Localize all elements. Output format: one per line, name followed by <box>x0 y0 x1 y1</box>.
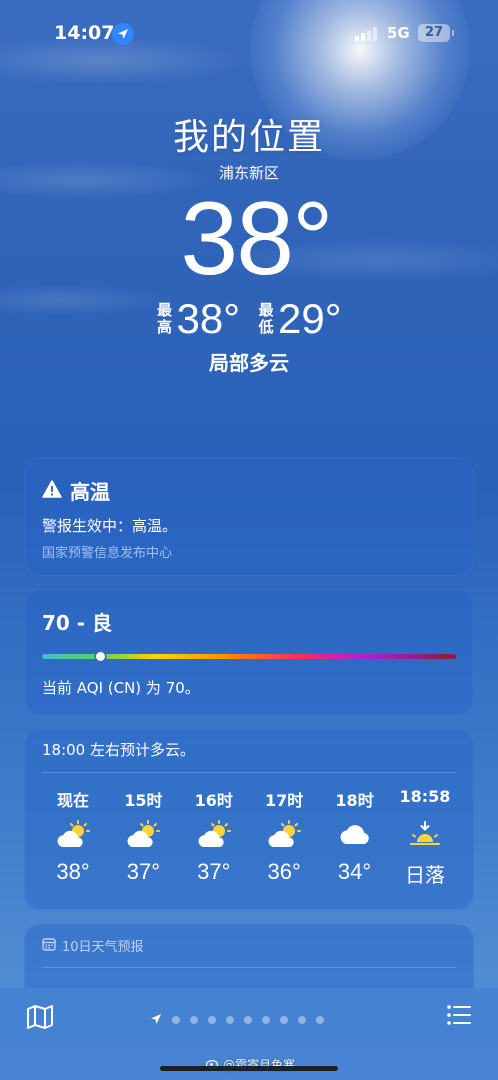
weather-condition: 局部多云 <box>209 351 289 375</box>
network-type: 5G <box>387 24 410 42</box>
air-quality-card[interactable]: 70 - 良 当前 AQI (CN) 为 70。 <box>24 589 474 715</box>
page-indicator[interactable] <box>150 1010 324 1029</box>
location-arrow-icon <box>112 23 134 45</box>
calendar-icon <box>42 937 56 955</box>
page-dot <box>280 1015 288 1024</box>
cloud-icon <box>324 815 386 855</box>
sunset-icon <box>394 815 456 855</box>
hour-temp: 34° <box>337 859 372 884</box>
hourly-summary: 18:00 左右预计多云。 <box>42 729 456 773</box>
weather-header: 我的位置 浦东新区 38° 最高 38° 最低 29° 局部多云 <box>0 108 498 376</box>
hour-temp: 37° <box>197 859 231 884</box>
hour-time: 18:58 <box>399 787 451 806</box>
hour-temp: 日落 <box>404 863 445 887</box>
hour-time: 现在 <box>56 791 89 810</box>
page-dot <box>262 1015 270 1024</box>
page-dot <box>190 1015 198 1024</box>
alert-source-link[interactable]: 国家预警信息发布中心 <box>42 542 456 561</box>
current-temperature: 38° <box>180 181 333 297</box>
hourly-list[interactable]: 现在 38° 15时 37° 16时 37° 17时 36° 18时 34° 1… <box>42 787 456 888</box>
aqi-title: 70 - 良 <box>42 611 113 635</box>
hour-item: 17时 36° <box>253 787 315 888</box>
partly-sunny-icon <box>112 815 174 855</box>
list-icon[interactable] <box>446 1004 472 1030</box>
page-dot <box>244 1015 252 1024</box>
high-low-temps: 最高 38° 最低 29° <box>0 295 498 343</box>
map-icon[interactable] <box>26 1004 54 1034</box>
alert-title: 高温 <box>70 480 110 504</box>
partly-sunny-icon <box>253 815 315 855</box>
warning-icon <box>42 479 62 503</box>
status-time: 14:07 <box>54 22 115 44</box>
city-name: 我的位置 <box>172 117 325 158</box>
hour-temp: 38° <box>56 859 90 884</box>
cellular-signal-icon <box>355 27 377 41</box>
severe-weather-alert-card[interactable]: 高温 警报生效中：高温。 国家预警信息发布中心 <box>24 458 474 576</box>
partly-sunny-icon <box>42 815 104 855</box>
hourly-forecast-card[interactable]: 18:00 左右预计多云。 现在 38° 15时 37° 16时 37° 17时 <box>24 729 474 910</box>
alert-text: 警报生效中：高温。 <box>42 517 178 535</box>
hour-item: 15时 37° <box>112 787 174 888</box>
page-dot <box>172 1015 180 1024</box>
hour-item: 18时 34° <box>324 787 386 888</box>
hour-time: 17时 <box>265 791 304 810</box>
status-bar: 14:07 5G 27 <box>0 20 498 50</box>
forecast-header: 10日天气预报 <box>42 936 456 968</box>
hour-item: 16时 37° <box>183 787 245 888</box>
alert-title-row: 高温 <box>42 476 456 505</box>
aqi-scale-bar <box>42 652 456 661</box>
home-indicator[interactable] <box>160 1066 338 1071</box>
page-dot <box>208 1015 216 1024</box>
forecast-title: 10日天气预报 <box>62 940 144 955</box>
low-label: 最低 <box>258 301 274 336</box>
page-dot <box>298 1015 306 1024</box>
high-temp: 最高 38° <box>156 295 240 343</box>
hour-item: 现在 38° <box>42 787 104 888</box>
page-dot <box>226 1015 234 1024</box>
high-value: 38° <box>176 295 240 342</box>
aqi-indicator-dot <box>95 652 105 661</box>
location-arrow-icon <box>150 1010 162 1029</box>
partly-sunny-icon <box>183 815 245 855</box>
hour-time: 16时 <box>194 791 233 810</box>
district-name: 浦东新区 <box>218 164 279 182</box>
high-label: 最高 <box>156 301 172 336</box>
hour-temp: 36° <box>267 859 301 884</box>
battery-icon: 27 <box>418 24 454 42</box>
low-temp: 最低 29° <box>258 295 342 343</box>
hour-time: 18时 <box>335 791 374 810</box>
hour-time: 15时 <box>124 791 163 810</box>
page-dot <box>316 1015 324 1024</box>
aqi-description: 当前 AQI (CN) 为 70。 <box>42 679 200 697</box>
hour-item: 18:58 日落 <box>394 787 456 888</box>
hour-temp: 37° <box>126 859 161 884</box>
low-value: 29° <box>278 295 342 342</box>
